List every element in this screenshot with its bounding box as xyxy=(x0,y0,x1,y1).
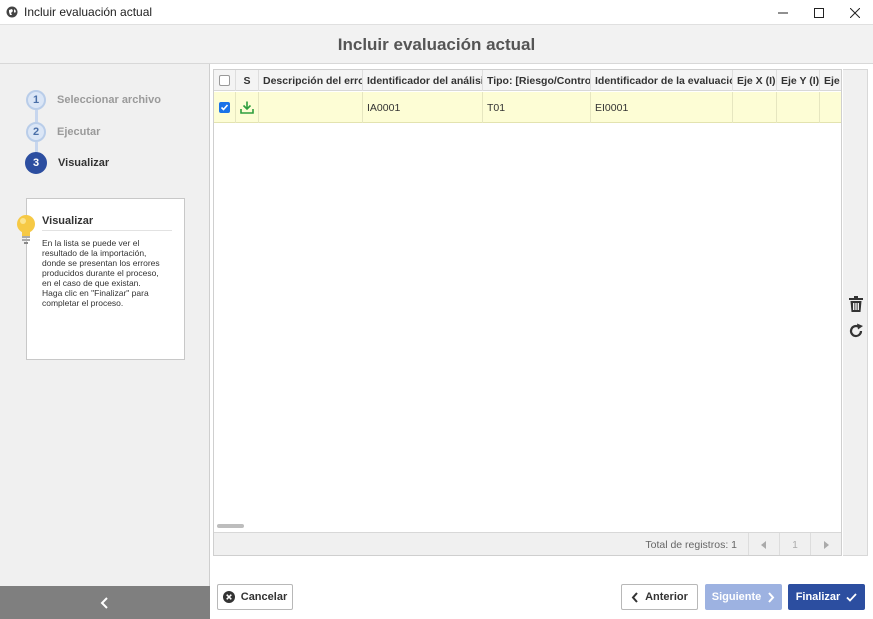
column-header-evaluation-id[interactable]: Identificador de la evaluación xyxy=(591,70,733,91)
column-header-x-axis-2[interactable]: Eje X xyxy=(820,70,841,91)
finish-button[interactable]: Finalizar xyxy=(788,584,865,610)
chevron-right-icon xyxy=(768,591,775,603)
pagination: 1 xyxy=(748,533,841,555)
next-button[interactable]: Siguiente xyxy=(705,584,782,610)
row-x-axis-cell xyxy=(733,92,777,123)
close-window-button[interactable] xyxy=(837,0,873,25)
step-number-badge: 3 xyxy=(25,152,47,174)
next-label: Siguiente xyxy=(711,591,762,603)
column-header-status[interactable]: S xyxy=(236,70,259,91)
help-divider xyxy=(42,230,172,231)
column-header-type[interactable]: Tipo: [Riesgo/Control] xyxy=(483,70,591,91)
row-analysis-id-cell: IA0001 xyxy=(363,92,483,123)
row-x-axis-2-cell xyxy=(820,92,841,123)
chevron-left-icon xyxy=(100,596,108,609)
collapse-sidebar-button[interactable] xyxy=(0,586,210,619)
row-evaluation-id-cell: EI0001 xyxy=(591,92,733,123)
row-type-cell: T01 xyxy=(483,92,591,123)
refresh-icon xyxy=(849,323,863,338)
dialog-header: Incluir evaluación actual xyxy=(0,25,873,64)
results-grid: S Descripción del error Identificador de… xyxy=(213,69,842,556)
total-records-label: Total de registros: 1 xyxy=(645,539,737,551)
row-select-cell xyxy=(214,92,236,123)
cancel-button[interactable]: Cancelar xyxy=(217,584,293,610)
maximize-button[interactable] xyxy=(801,0,837,25)
app-globe-icon xyxy=(6,6,18,18)
minimize-icon xyxy=(778,12,788,13)
horizontal-scrollbar[interactable] xyxy=(217,524,244,528)
window-title: Incluir evaluación actual xyxy=(24,5,153,19)
triangle-right-icon xyxy=(824,541,829,549)
column-header-x-axis[interactable]: Eje X (I) xyxy=(733,70,777,91)
finish-label: Finalizar xyxy=(795,591,841,603)
grid-toolstrip xyxy=(843,69,868,556)
step-number-badge: 2 xyxy=(26,122,46,142)
check-icon xyxy=(846,592,857,602)
column-header-error[interactable]: Descripción del error xyxy=(259,70,363,91)
previous-button[interactable]: Anterior xyxy=(621,584,698,610)
previous-page-button[interactable] xyxy=(748,533,779,555)
grid-footer: Total de registros: 1 1 xyxy=(214,532,841,555)
help-text: En la lista se puede ver el resultado de… xyxy=(42,238,160,308)
grid-header: S Descripción del error Identificador de… xyxy=(214,70,841,91)
next-page-button[interactable] xyxy=(810,533,841,555)
chevron-left-icon xyxy=(631,591,638,603)
wizard-step-2: 2 Ejecutar xyxy=(26,122,100,142)
wizard-step-3: 3 Visualizar xyxy=(25,152,109,174)
select-all-cell xyxy=(214,70,236,91)
window-titlebar: Incluir evaluación actual xyxy=(0,0,873,25)
step-label: Ejecutar xyxy=(57,126,101,138)
column-header-y-axis[interactable]: Eje Y (I) xyxy=(777,70,820,91)
column-header-analysis-id[interactable]: Identificador del análisis xyxy=(363,70,483,91)
dialog-title: Incluir evaluación actual xyxy=(337,35,536,54)
help-panel: Visualizar En la lista se puede ver el r… xyxy=(26,198,185,360)
step-number-badge: 1 xyxy=(26,90,46,110)
checkmark-icon xyxy=(220,104,229,111)
step-label: Visualizar xyxy=(58,157,110,169)
trash-icon xyxy=(849,296,863,312)
current-page: 1 xyxy=(779,533,810,555)
maximize-icon xyxy=(814,7,824,18)
wizard-step-1: 1 Seleccionar archivo xyxy=(26,90,161,110)
download-icon xyxy=(240,101,254,114)
main-content: S Descripción del error Identificador de… xyxy=(210,64,873,619)
row-y-axis-cell xyxy=(777,92,820,123)
step-label: Seleccionar archivo xyxy=(57,94,161,106)
delete-button[interactable] xyxy=(847,295,865,313)
row-checkbox[interactable] xyxy=(219,102,230,113)
row-status-cell xyxy=(236,92,259,123)
cancel-label: Cancelar xyxy=(240,591,288,603)
lightbulb-icon xyxy=(17,215,35,244)
select-all-checkbox[interactable] xyxy=(219,75,230,86)
previous-label: Anterior xyxy=(645,591,688,603)
step-connector xyxy=(35,110,38,122)
help-title: Visualizar xyxy=(42,215,94,227)
triangle-left-icon xyxy=(761,541,766,549)
cancel-circle-icon xyxy=(222,591,235,603)
close-icon xyxy=(850,7,860,18)
table-row[interactable]: IA0001 T01 EI0001 xyxy=(214,92,841,123)
wizard-sidebar: 1 Seleccionar archivo 2 Ejecutar 3 Visua… xyxy=(0,64,210,619)
refresh-button[interactable] xyxy=(847,322,865,340)
minimize-button[interactable] xyxy=(765,0,801,25)
row-error-cell xyxy=(259,92,363,123)
